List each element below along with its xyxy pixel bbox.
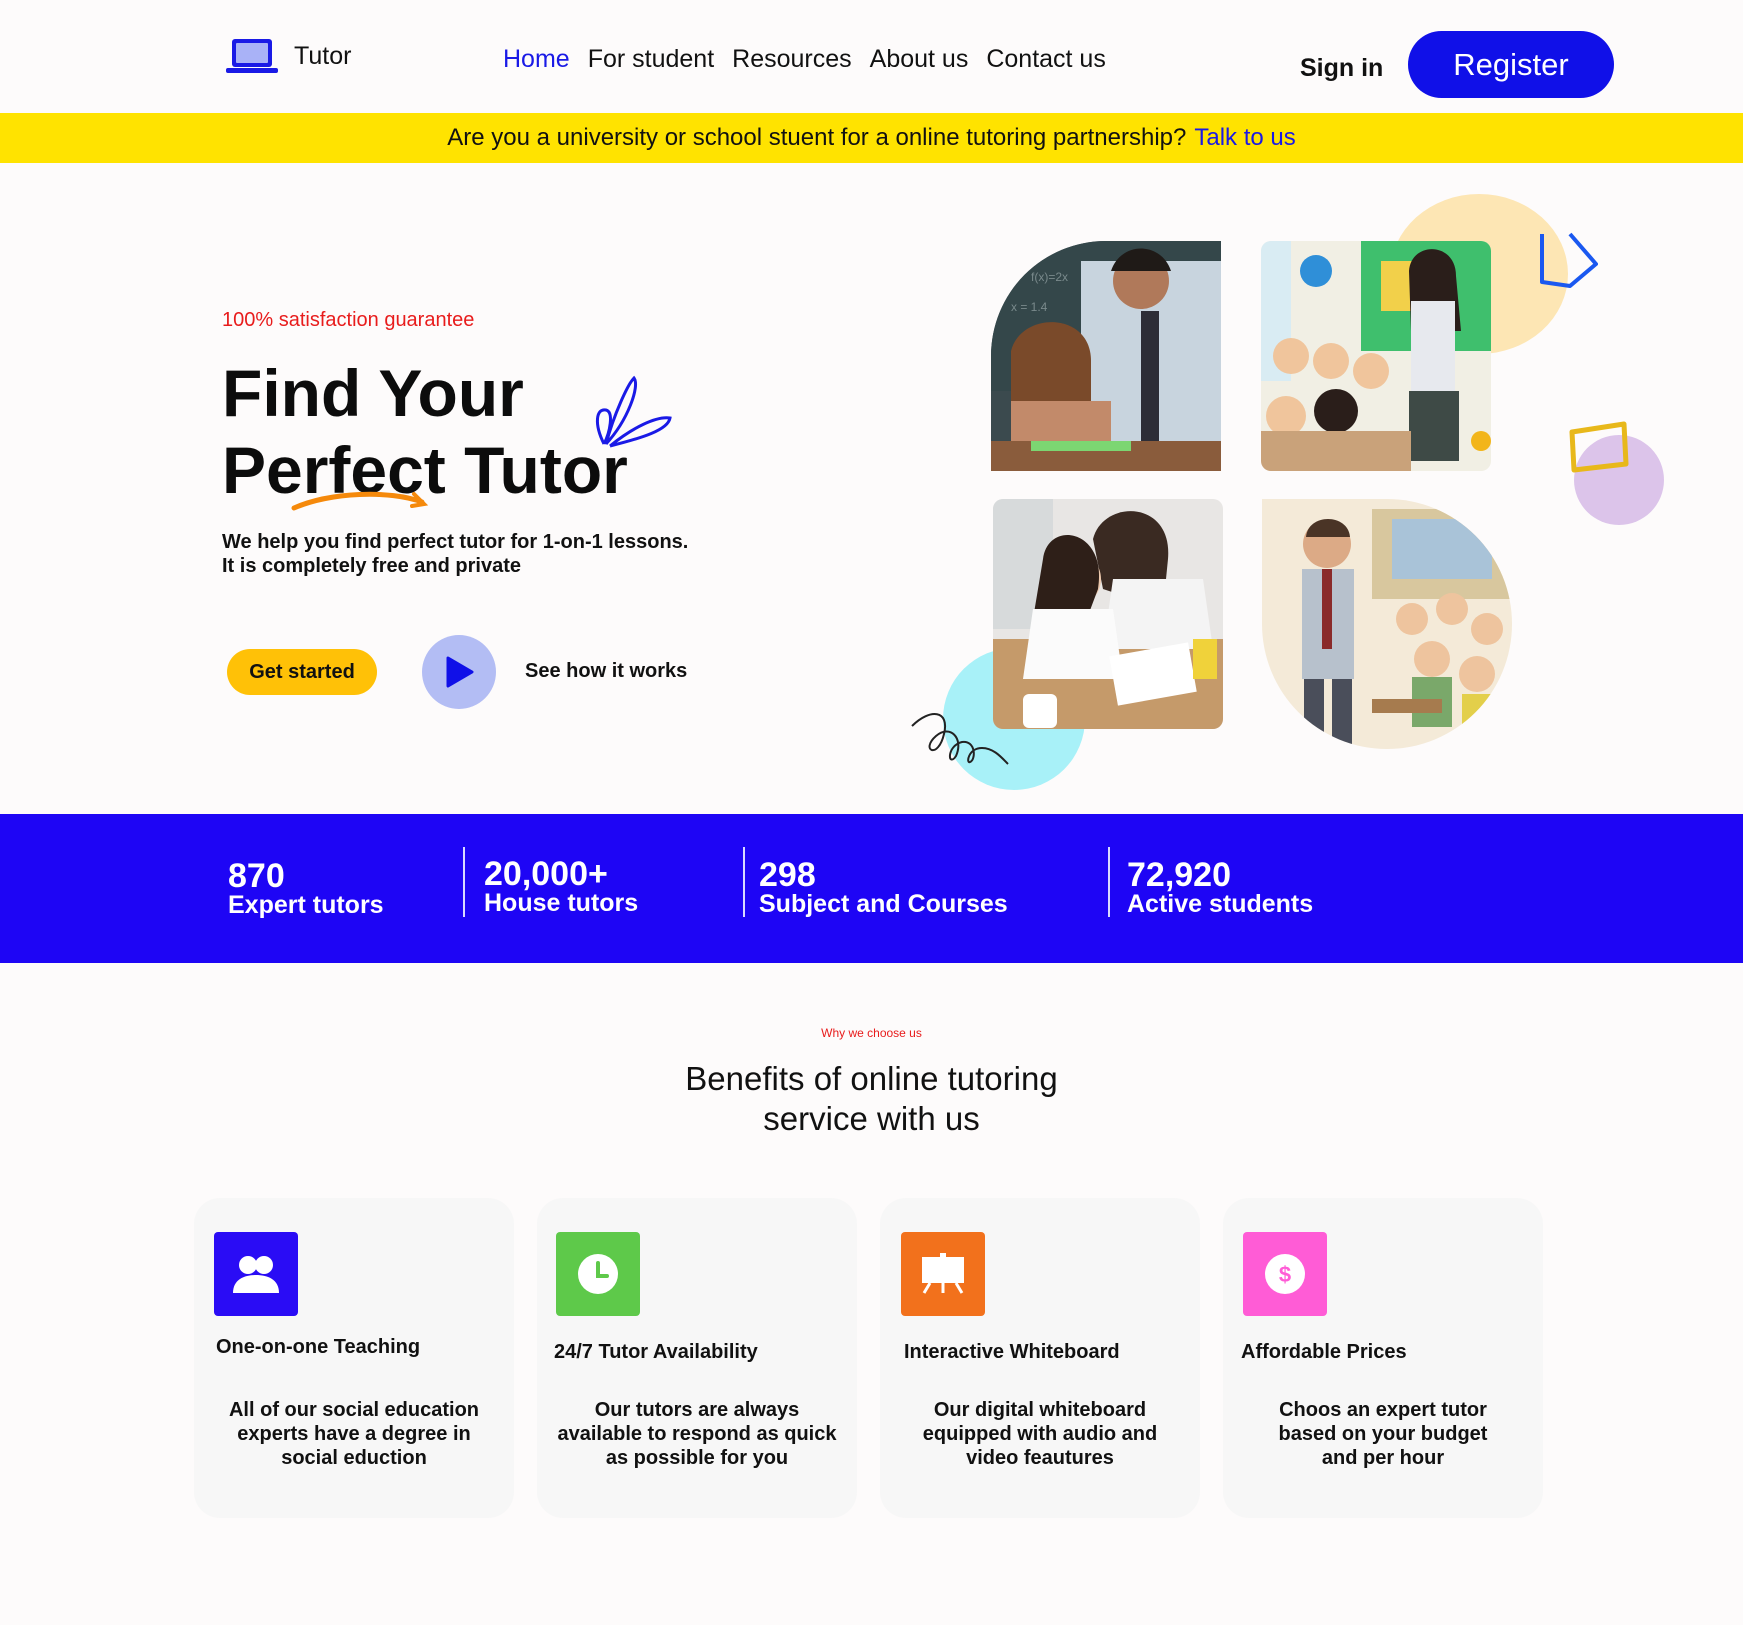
nav-for-student[interactable]: For student <box>588 45 714 74</box>
dollar-icon: $ <box>1265 1254 1305 1294</box>
stat-divider <box>463 847 465 917</box>
register-button[interactable]: Register <box>1408 31 1614 98</box>
hero-subtitle-line2: It is completely free and private <box>222 555 521 577</box>
laptop-icon <box>226 39 278 73</box>
stat-number: 72,920 <box>1127 856 1231 894</box>
card-title: 24/7 Tutor Availability <box>554 1341 758 1363</box>
decor-yellow-square <box>1569 421 1629 473</box>
stat-label: House tutors <box>484 889 639 917</box>
talk-to-us-link[interactable]: Talk to us <box>1194 124 1295 152</box>
svg-text:$: $ <box>1279 1262 1291 1287</box>
hero-title: Find Your Perfect Tutor <box>222 355 628 509</box>
hero-subtitle: We help you find perfect tutor for 1-on-… <box>222 530 688 578</box>
nav-about-us[interactable]: About us <box>870 45 969 74</box>
logo[interactable]: Tutor <box>226 36 351 76</box>
card-description: Our tutors are always available to respo… <box>557 1399 837 1469</box>
stat-subjects: 298 Subject and Courses <box>759 856 1008 918</box>
nav-contact-us[interactable]: Contact us <box>986 45 1106 74</box>
stat-number: 298 <box>759 856 816 894</box>
hero-tagline: 100% satisfaction guarantee <box>222 309 475 331</box>
promo-banner: Are you a university or school stuent fo… <box>0 113 1743 163</box>
card-icon-box <box>214 1232 298 1316</box>
clock-icon <box>578 1254 618 1294</box>
get-started-button[interactable]: Get started <box>227 649 377 695</box>
stat-label: Subject and Courses <box>759 890 1008 918</box>
stat-number: 20,000+ <box>484 855 608 893</box>
teacher-classroom-illustration <box>1262 499 1512 749</box>
underline-doodle-icon <box>291 491 429 511</box>
benefits-title: Benefits of online tutoring service with… <box>0 1059 1743 1139</box>
hero-subtitle-line1: We help you find perfect tutor for 1-on-… <box>222 531 689 553</box>
banner-text: Are you a university or school stuent fo… <box>447 124 1187 151</box>
svg-text:x = 1.4: x = 1.4 <box>1011 300 1048 314</box>
card-title: Affordable Prices <box>1241 1341 1407 1363</box>
card-title: Interactive Whiteboard <box>904 1341 1120 1363</box>
nav-home[interactable]: Home <box>503 45 570 74</box>
tutor-helping-student-image: f(x)=2x x = 1.4 <box>991 241 1221 471</box>
play-button[interactable] <box>422 635 496 709</box>
card-title: One-on-one Teaching <box>216 1336 421 1358</box>
stat-expert-tutors: 870 Expert tutors <box>228 857 384 919</box>
stat-active-students: 72,920 Active students <box>1127 856 1314 918</box>
play-icon <box>446 656 474 688</box>
stat-divider <box>1108 847 1110 917</box>
student-drawing-image <box>993 499 1223 729</box>
stat-house-tutors: 20,000+ House tutors <box>484 855 639 917</box>
benefit-card-one-on-one: One-on-one Teaching All of our social ed… <box>194 1198 514 1518</box>
card-description: Our digital whiteboard equipped with aud… <box>922 1399 1158 1469</box>
leaf-doodle-icon <box>596 375 672 448</box>
card-icon-box: $ <box>1243 1232 1327 1316</box>
main-nav: Home For student Resources About us Cont… <box>503 45 1106 74</box>
site-header: Tutor Home For student Resources About u… <box>0 0 1743 113</box>
card-description: All of our social education experts have… <box>228 1399 480 1469</box>
benefit-card-whiteboard: Interactive Whiteboard Our digital white… <box>880 1198 1200 1518</box>
nav-resources[interactable]: Resources <box>732 45 852 74</box>
stat-label: Expert tutors <box>228 891 384 919</box>
stat-label: Active students <box>1127 890 1314 918</box>
benefits-title-line2: service with us <box>763 1100 980 1137</box>
sign-in-link[interactable]: Sign in <box>1300 54 1383 83</box>
stat-number: 870 <box>228 857 285 895</box>
see-how-it-works-link[interactable]: See how it works <box>525 660 687 683</box>
whiteboard-icon <box>922 1253 964 1294</box>
card-icon-box <box>901 1232 985 1316</box>
benefits-eyebrow: Why we choose us <box>821 1026 922 1040</box>
card-icon-box <box>556 1232 640 1316</box>
classroom-teacher-image <box>1261 241 1491 471</box>
benefit-card-prices: $ Affordable Prices Choos an expert tuto… <box>1223 1198 1543 1518</box>
decor-outline-shape <box>1540 232 1598 288</box>
logo-text: Tutor <box>294 41 352 70</box>
card-description: Choos an expert tutor based on your budg… <box>1278 1399 1488 1469</box>
svg-text:f(x)=2x: f(x)=2x <box>1031 270 1068 284</box>
people-icon <box>233 1256 279 1293</box>
benefits-title-line1: Benefits of online tutoring <box>685 1060 1058 1097</box>
benefit-card-availability: 24/7 Tutor Availability Our tutors are a… <box>537 1198 857 1518</box>
stat-divider <box>743 847 745 917</box>
hero-title-line1: Find Your <box>222 356 524 430</box>
